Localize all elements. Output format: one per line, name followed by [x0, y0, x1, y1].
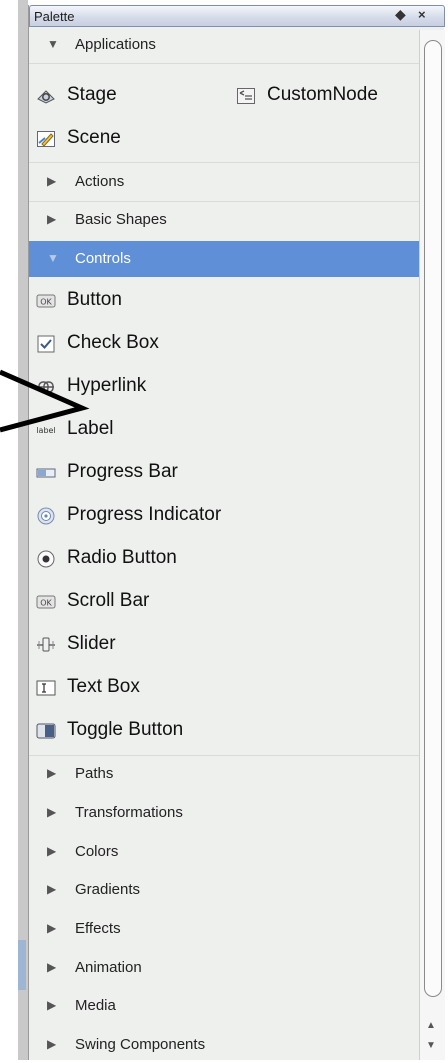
collapsed-triangle-icon: ▶	[47, 960, 57, 974]
item-label: Radio Button	[67, 547, 177, 568]
item-label: Progress Indicator	[67, 504, 222, 525]
category-label: Colors	[75, 843, 119, 860]
category-swing-components[interactable]: ▶ Swing Components	[29, 1027, 419, 1063]
item-label: Check Box	[67, 332, 159, 353]
palette-item-text-box[interactable]: Text Box	[29, 670, 419, 706]
category-transformations[interactable]: ▶ Transformations	[29, 795, 419, 831]
item-label: Stage	[67, 84, 117, 105]
divider	[29, 162, 419, 163]
collapsed-triangle-icon: ▶	[47, 921, 57, 935]
customnode-icon	[237, 88, 255, 104]
ide-left-strip	[0, 0, 28, 1060]
item-label: CustomNode	[267, 84, 378, 105]
palette-item-button[interactable]: OK Button	[29, 283, 419, 319]
palette-item-slider[interactable]: Slider	[29, 627, 419, 663]
collapsed-triangle-icon: ▶	[47, 766, 57, 780]
collapsed-triangle-icon: ▶	[47, 1037, 57, 1051]
close-icon[interactable]: ×	[418, 7, 426, 22]
vertical-scrollbar[interactable]: ▲ ▼	[419, 30, 445, 1060]
toggle-button-icon	[36, 723, 56, 739]
category-controls[interactable]: ▼ Controls	[29, 241, 419, 277]
category-basic-shapes[interactable]: ▶ Basic Shapes	[29, 202, 419, 238]
category-label: Animation	[75, 959, 142, 976]
item-label: Progress Bar	[67, 461, 178, 482]
category-animation[interactable]: ▶ Animation	[29, 950, 419, 986]
text-box-icon	[36, 680, 56, 696]
pin-icon[interactable]: ◆	[395, 6, 406, 23]
category-label: Swing Components	[75, 1036, 206, 1053]
category-effects[interactable]: ▶ Effects	[29, 911, 419, 947]
category-gradients[interactable]: ▶ Gradients	[29, 872, 419, 908]
category-applications[interactable]: ▼ Applications	[29, 27, 419, 63]
item-label: Scroll Bar	[67, 590, 150, 611]
annotation-arrow-icon	[0, 369, 90, 433]
scroll-bar-icon-text: OK	[40, 599, 52, 608]
item-label: Toggle Button	[67, 719, 184, 740]
item-label: Button	[67, 289, 122, 310]
button-icon-text: OK	[40, 298, 52, 307]
palette-item-progress-indicator[interactable]: Progress Indicator	[29, 498, 419, 534]
button-icon: OK	[36, 294, 56, 308]
progress-indicator-icon	[37, 507, 55, 525]
expanded-triangle-icon: ▼	[47, 251, 59, 265]
palette-item-customnode[interactable]: CustomNode	[229, 78, 419, 114]
palette-item-radio-button[interactable]: Radio Button	[29, 541, 419, 577]
ide-side-panel	[18, 0, 28, 1060]
category-label: Effects	[75, 920, 121, 937]
slider-icon	[37, 637, 55, 652]
collapsed-triangle-icon: ▶	[47, 174, 57, 188]
palette-content: ▼ Applications Stage CustomNode Scene ▶ …	[29, 27, 419, 1060]
palette-item-progress-bar[interactable]: Progress Bar	[29, 455, 419, 491]
category-label: Basic Shapes	[75, 211, 167, 228]
palette-item-toggle-button[interactable]: Toggle Button	[29, 713, 419, 749]
radio-button-icon	[37, 550, 55, 568]
category-label: Transformations	[75, 804, 183, 821]
collapsed-triangle-icon: ▶	[47, 844, 57, 858]
category-label: Gradients	[75, 881, 141, 898]
category-paths[interactable]: ▶ Paths	[29, 756, 419, 792]
collapsed-triangle-icon: ▶	[47, 882, 57, 896]
item-label: Scene	[67, 127, 121, 148]
progress-bar-icon	[36, 468, 56, 478]
item-label: Text Box	[67, 676, 140, 697]
category-actions[interactable]: ▶ Actions	[29, 164, 419, 200]
divider	[29, 63, 419, 64]
category-label: Media	[75, 997, 116, 1014]
collapsed-triangle-icon: ▶	[47, 212, 57, 226]
palette-item-scroll-bar[interactable]: OK Scroll Bar	[29, 584, 419, 620]
scrollbar-thumb[interactable]	[424, 40, 442, 997]
category-label: Actions	[75, 173, 125, 190]
palette-item-scene[interactable]: Scene	[29, 121, 419, 157]
category-media[interactable]: ▶ Media	[29, 988, 419, 1024]
scene-icon	[37, 131, 55, 147]
expanded-triangle-icon: ▼	[47, 37, 59, 51]
collapsed-triangle-icon: ▶	[47, 805, 57, 819]
category-colors[interactable]: ▶ Colors	[29, 834, 419, 870]
item-label: Slider	[67, 633, 116, 654]
ide-side-marker	[18, 940, 26, 990]
stage-icon	[37, 90, 55, 104]
palette-item-check-box[interactable]: Check Box	[29, 326, 419, 362]
scroll-down-arrow-icon[interactable]: ▼	[426, 1040, 436, 1051]
scroll-bar-icon: OK	[36, 595, 56, 609]
palette-item-stage[interactable]: Stage	[29, 78, 229, 114]
category-label: Controls	[75, 250, 131, 267]
checkbox-icon	[37, 335, 55, 353]
category-label: Paths	[75, 765, 114, 782]
palette-title: Palette	[34, 9, 75, 24]
category-label: Applications	[75, 36, 156, 53]
scroll-up-arrow-icon[interactable]: ▲	[426, 1020, 436, 1031]
palette-titlebar[interactable]: Palette ◆ ×	[29, 5, 445, 27]
palette-window: Palette ◆ × ▼ Applications Stage CustomN…	[28, 5, 445, 1060]
collapsed-triangle-icon: ▶	[47, 998, 57, 1012]
